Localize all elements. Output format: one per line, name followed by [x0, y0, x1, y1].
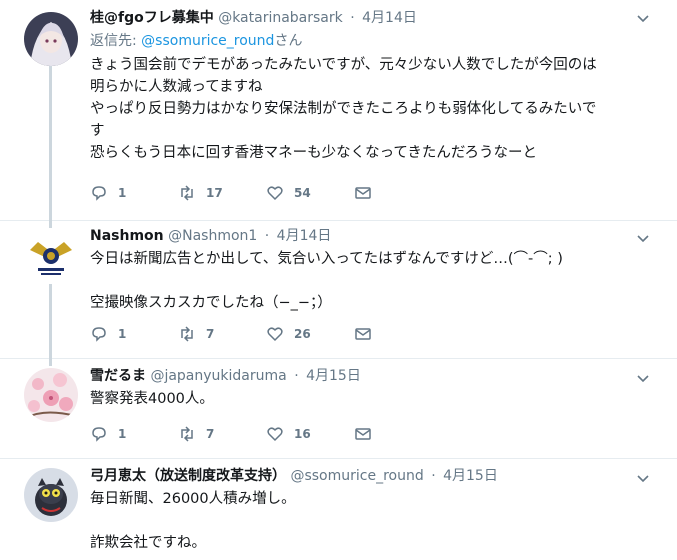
reply-count: 1: [118, 186, 127, 200]
tweet-actions: 1 7 16: [90, 424, 442, 444]
tweet-actions: 1 17 54: [90, 183, 442, 203]
tweet-text: きょう国会前でデモがあったみたいですが、元々少ない人数でしたが今回のは 明らかに…: [90, 57, 597, 161]
reply-icon: [92, 186, 106, 201]
tweet-header: Nashmon @Nashmon1 · 4月14日: [90, 226, 647, 246]
heart-icon: [267, 186, 283, 201]
tweet-header: 弓月恵太（放送制度改革支持） @ssomurice_round · 4月15日: [90, 466, 647, 486]
tweet-header: 雪だるま @japanyukidaruma · 4月15日: [90, 366, 647, 386]
user-handle[interactable]: @Nashmon1: [168, 228, 257, 244]
tweet-text: 毎日新聞、26000人積み増し。 詐欺会社ですね。: [90, 491, 296, 551]
reply-button[interactable]: 1: [90, 425, 178, 443]
like-button[interactable]: 54: [266, 184, 354, 202]
separator-dot: ·: [294, 368, 299, 384]
avatar[interactable]: [24, 230, 78, 284]
reply-button[interactable]: 1: [90, 184, 178, 202]
retweet-button[interactable]: 7: [178, 325, 266, 343]
display-name[interactable]: 弓月恵太（放送制度改革支持）: [90, 468, 286, 484]
tweet-date[interactable]: 4月15日: [306, 368, 361, 384]
reply-suffix: さん: [274, 33, 303, 49]
display-name[interactable]: 桂@fgoフレ募集中: [90, 10, 214, 26]
retweet-icon: [181, 426, 193, 442]
separator-dot: ·: [431, 468, 436, 484]
heart-icon: [267, 427, 283, 442]
user-handle[interactable]: @katarinabarsark: [218, 10, 343, 26]
direct-message-button[interactable]: [354, 184, 442, 202]
like-count: 16: [294, 427, 311, 441]
tweet[interactable]: Nashmon @Nashmon1 · 4月14日 今日は新聞広告とか出して、気…: [0, 220, 677, 364]
retweet-button[interactable]: 7: [178, 425, 266, 443]
direct-message-button[interactable]: [354, 425, 442, 443]
display-name[interactable]: 雪だるま: [90, 368, 146, 384]
tweet-text: 警察発表4000人。: [90, 391, 214, 407]
tweet-actions: 1 7 26: [90, 324, 442, 344]
tweet[interactable]: 弓月恵太（放送制度改革支持） @ssomurice_round · 4月15日 …: [0, 458, 677, 560]
thread-line: [49, 220, 52, 228]
envelope-icon: [355, 187, 371, 199]
user-handle[interactable]: @japanyukidaruma: [150, 368, 286, 384]
retweet-count: 7: [206, 427, 215, 441]
tweet-text: 今日は新聞広告とか出して、気合い入ってたはずなんですけど…(⌒-⌒; ) 空撮映…: [90, 251, 563, 311]
retweet-icon: [181, 326, 193, 342]
user-handle[interactable]: @ssomurice_round: [290, 468, 423, 484]
avatar[interactable]: [24, 468, 78, 522]
direct-message-button[interactable]: [354, 325, 442, 343]
reply-to: 返信先: @ssomurice_roundさん: [90, 30, 647, 52]
tweet-date[interactable]: 4月14日: [362, 10, 417, 26]
thread-line: [49, 66, 52, 226]
reply-count: 1: [118, 327, 127, 341]
retweet-icon: [181, 185, 193, 201]
heart-icon: [267, 327, 283, 342]
like-button[interactable]: 16: [266, 425, 354, 443]
like-count: 54: [294, 186, 311, 200]
tweet[interactable]: 桂@fgoフレ募集中 @katarinabarsark · 4月14日 返信先:…: [0, 0, 677, 226]
display-name[interactable]: Nashmon: [90, 228, 164, 244]
reply-icon: [92, 427, 106, 442]
tweet-date[interactable]: 4月15日: [443, 468, 498, 484]
reply-count: 1: [118, 427, 127, 441]
tweet-date[interactable]: 4月14日: [277, 228, 332, 244]
retweet-count: 7: [206, 327, 215, 341]
like-count: 26: [294, 327, 311, 341]
retweet-count: 17: [206, 186, 223, 200]
reply-icon: [92, 327, 106, 342]
envelope-icon: [355, 428, 371, 440]
retweet-button[interactable]: 17: [178, 184, 266, 202]
reply-prefix: 返信先:: [90, 33, 137, 49]
avatar[interactable]: [24, 368, 78, 422]
separator-dot: ·: [264, 228, 270, 244]
tweet[interactable]: 雪だるま @japanyukidaruma · 4月15日 警察発表4000人。…: [0, 358, 677, 459]
envelope-icon: [355, 328, 371, 340]
avatar[interactable]: [24, 12, 78, 66]
like-button[interactable]: 26: [266, 325, 354, 343]
thread-line: [49, 358, 52, 366]
reply-mention-link[interactable]: @ssomurice_round: [141, 33, 274, 49]
reply-button[interactable]: 1: [90, 325, 178, 343]
thread-line: [49, 284, 52, 364]
separator-dot: ·: [350, 10, 355, 26]
tweet-header: 桂@fgoフレ募集中 @katarinabarsark · 4月14日: [90, 8, 647, 28]
